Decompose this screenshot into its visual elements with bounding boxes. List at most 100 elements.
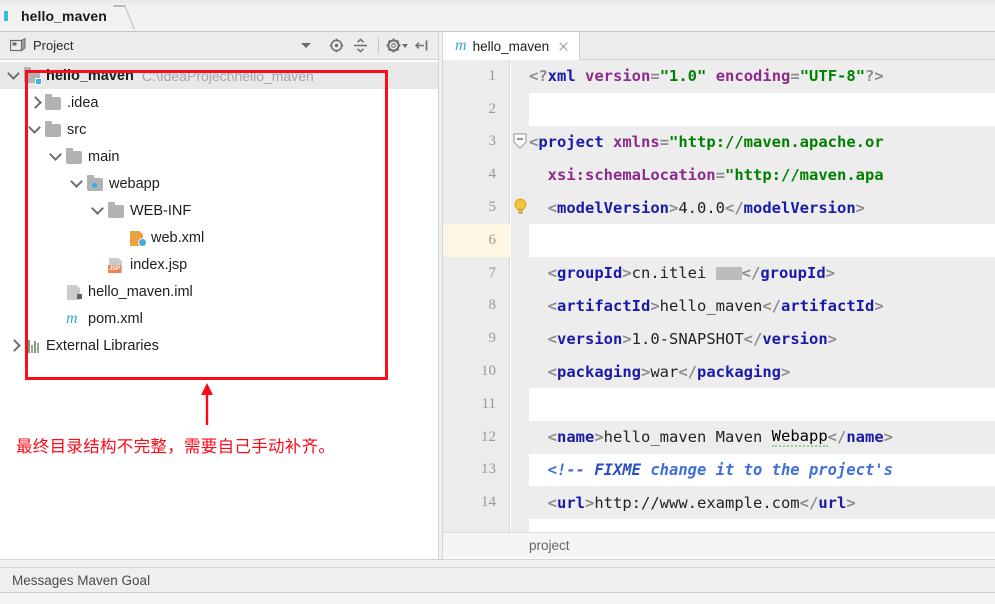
chevron-down-icon[interactable]	[29, 123, 42, 136]
code-token: "http://maven.apache.or	[669, 132, 884, 151]
tree-node-label: index.jsp	[130, 256, 188, 273]
chevron-down-icon[interactable]	[301, 43, 311, 48]
code-token: artifactId	[781, 296, 875, 315]
code-token: cn.itlei	[631, 264, 716, 283]
chevron-down-icon[interactable]	[92, 204, 105, 217]
code-text: < version >1.0-SNAPSHOT </version >	[529, 322, 837, 355]
tree-node-label: webapp	[109, 175, 160, 192]
tree-node-hello-maven[interactable]: hello_maven C:\IdeaProject\hello_maven	[0, 62, 438, 89]
code-token: encoding	[715, 67, 791, 86]
line-number: 7	[488, 264, 497, 281]
breadcrumb-separator	[113, 0, 129, 32]
project-tree[interactable]: hello_maven C:\IdeaProject\hello_maven .id…	[0, 60, 438, 559]
maven-pom-icon: m	[66, 309, 78, 327]
project-view-icon	[9, 37, 26, 53]
code-token: <	[529, 198, 557, 217]
code-text: < packaging > war </packaging >	[529, 355, 791, 388]
gear-icon[interactable]	[386, 35, 408, 57]
code-editor[interactable]: 1 <? xml version = "1.0" encoding = "UTF-8" ?> 2…	[443, 60, 995, 532]
code-token: <	[529, 428, 557, 447]
chevron-down-icon[interactable]	[71, 177, 84, 190]
line-number: 4	[488, 166, 497, 183]
tree-node-label: pom.xml	[88, 310, 143, 327]
code-token: "UTF-8"	[799, 67, 866, 86]
code-text: < modelVersion >4.0.0 </modelVersion >	[529, 191, 865, 224]
navigation-bar: hello_maven	[0, 0, 995, 32]
project-tool-window: Project hello_maven C:\IdeaProject\hello…	[0, 32, 438, 559]
code-token: =	[650, 67, 660, 86]
code-line[interactable]: 7 < groupId > cn.itlei </groupId >	[443, 256, 995, 290]
breadcrumb-project[interactable]: hello_maven	[0, 0, 113, 32]
editor-breadcrumb[interactable]: project	[443, 532, 995, 558]
collapse-all-icon[interactable]	[349, 35, 371, 57]
code-line[interactable]: 13 <!-- FIXME change it to the project's	[443, 454, 995, 487]
code-token: groupId	[557, 264, 623, 283]
code-token: 4.0.0	[678, 198, 725, 217]
code-line[interactable]: 2	[443, 93, 995, 126]
code-line[interactable]: 1 <? xml version = "1.0" encoding = "UTF-8" ?>	[443, 60, 995, 93]
code-token: modelVersion	[557, 198, 669, 217]
tree-node-label: WEB-INF	[130, 202, 192, 219]
code-token: version	[557, 329, 623, 348]
project-view-selector[interactable]: Project	[9, 37, 74, 53]
messages-tool-window-bar[interactable]: Messages Maven Goal	[0, 567, 995, 593]
line-number: 11	[481, 395, 496, 412]
code-token: url	[818, 493, 847, 512]
code-line[interactable]: 10 < packaging > war </packaging >	[443, 355, 995, 388]
module-icon	[4, 10, 15, 21]
tree-node--idea[interactable]: .idea	[0, 89, 438, 116]
code-line[interactable]: 12 < name > hello_maven Maven Webapp </name >	[443, 420, 995, 454]
code-line[interactable]: 5 < modelVersion >4.0.0 </modelVersion >	[443, 191, 995, 224]
code-line[interactable]: 14 < url > http://www.example.com </url >	[443, 486, 995, 520]
tree-node-hello-maven-iml[interactable]: hello_maven.iml	[0, 278, 438, 305]
project-tool-window-header: Project	[0, 32, 438, 60]
annotation-note: 最终目录结构不完整，需要自己手动补齐。	[16, 437, 336, 456]
redacted-text	[715, 266, 742, 280]
code-line[interactable]: 4 xsi:schemaLocation = "http://maven.apa	[443, 158, 995, 192]
tree-node-main[interactable]: main	[0, 143, 438, 170]
code-line[interactable]: 9 < version >1.0-SNAPSHOT </version >	[443, 322, 995, 356]
editor-tab-hello-maven[interactable]: m hello_maven	[443, 32, 581, 61]
line-number: 9	[488, 330, 497, 347]
code-token: </	[741, 264, 761, 283]
chevron-right-icon[interactable]	[29, 96, 42, 109]
code-token: http://www.example.com	[594, 493, 800, 512]
code-fold-minus-icon[interactable]	[513, 132, 527, 149]
tree-node-external-libraries[interactable]: External Libraries	[0, 332, 438, 359]
hide-panel-icon[interactable]	[410, 35, 432, 57]
code-token: <!--	[529, 460, 595, 479]
code-token: </	[799, 493, 819, 512]
code-line[interactable]: 6	[443, 223, 995, 257]
locate-in-tree-icon[interactable]	[325, 35, 347, 57]
tree-node-webapp[interactable]: webapp	[0, 170, 438, 197]
editor-area: m hello_maven 1 <? xml version = "1.0" encod…	[443, 32, 995, 559]
code-line[interactable]: 8 < artifactId > hello_maven </artifactId >	[443, 289, 995, 323]
jsp-file-icon: JSP	[108, 257, 125, 273]
code-token: "http://maven.apa	[725, 165, 884, 184]
code-token: >	[594, 428, 604, 447]
chevron-down-icon[interactable]	[50, 150, 63, 163]
project-toolbar-actions	[325, 35, 432, 57]
chevron-right-icon[interactable]	[8, 339, 21, 352]
iml-file-icon	[66, 284, 83, 300]
tree-node-web-xml[interactable]: web.xml	[0, 224, 438, 251]
intention-bulb-icon[interactable]	[513, 198, 528, 215]
project-tool-window-title: Project	[33, 38, 74, 53]
tree-node-pom-xml[interactable]: m pom.xml	[0, 305, 438, 332]
chevron-down-icon[interactable]	[8, 69, 21, 82]
tree-node-web-inf[interactable]: WEB-INF	[0, 197, 438, 224]
code-line[interactable]: 3 < project xmlns = "http://maven.apache.or	[443, 125, 995, 159]
line-number: 14	[481, 494, 496, 511]
tree-node-index-jsp[interactable]: JSP index.jsp	[0, 251, 438, 278]
code-token: =	[659, 132, 670, 151]
code-token: <	[529, 362, 557, 381]
code-line[interactable]: 11	[443, 388, 995, 421]
line-number: 10	[481, 363, 496, 380]
maven-pom-icon: m	[455, 37, 467, 54]
close-icon[interactable]	[557, 40, 570, 53]
tree-node-src[interactable]: src	[0, 116, 438, 143]
breadcrumb-project-label: hello_maven	[21, 7, 107, 24]
